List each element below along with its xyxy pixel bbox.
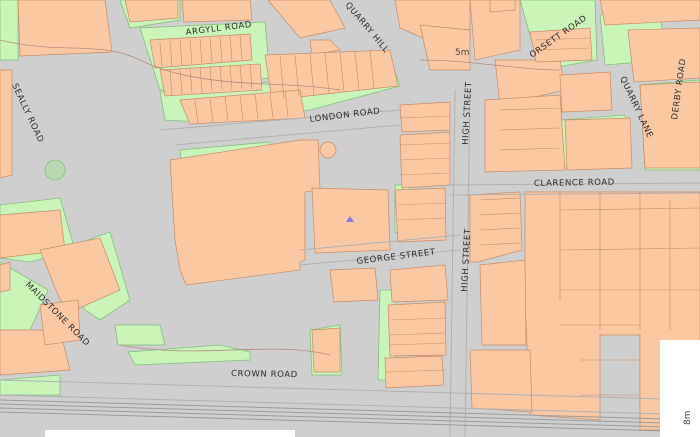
- label-spot-height-east: 8m: [683, 411, 693, 426]
- white-area: [660, 340, 700, 437]
- station-platform: [45, 430, 295, 437]
- label-spot-height-north: 5m: [455, 48, 470, 58]
- map[interactable]: ARGYLL ROAD QUARRY HILL ORSETT ROAD DERB…: [0, 0, 700, 437]
- label-clarence-road: CLARENCE ROAD: [534, 178, 615, 189]
- label-crown-road: CROWN ROAD: [231, 369, 298, 380]
- roundabout: [44, 159, 66, 181]
- map-canvas: ARGYLL ROAD QUARRY HILL ORSETT ROAD DERB…: [0, 0, 700, 437]
